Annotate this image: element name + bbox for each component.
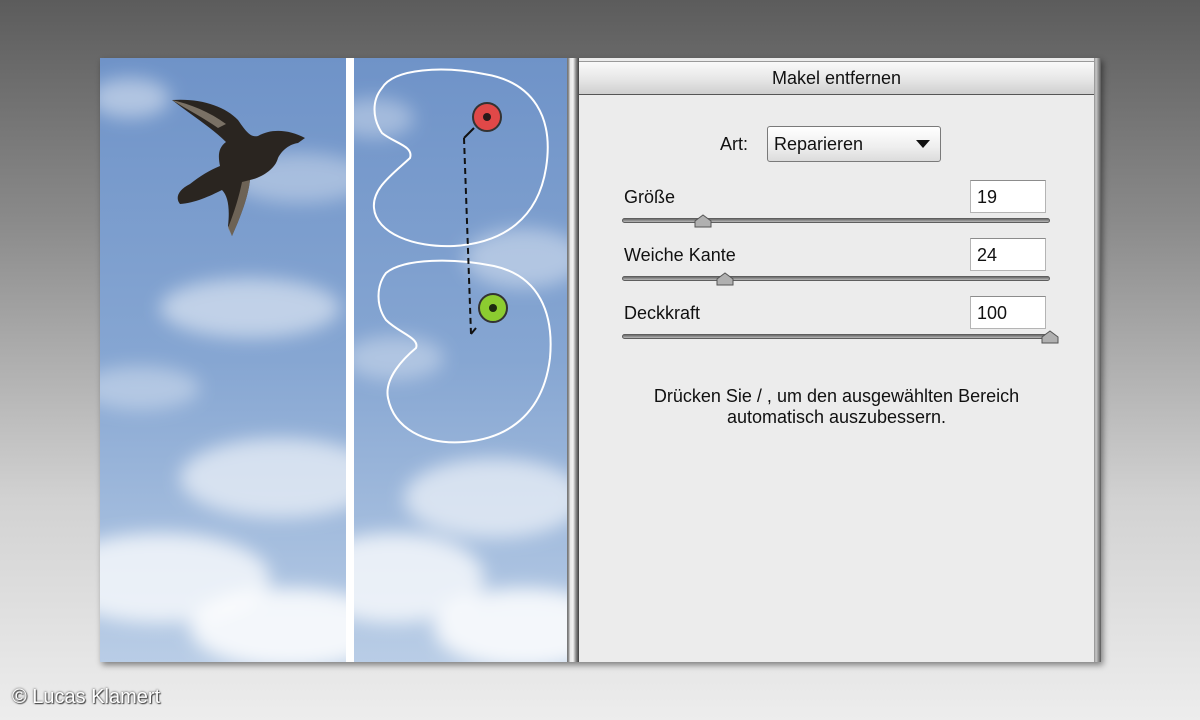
size-slider-thumb[interactable]: [694, 214, 712, 228]
type-dropdown[interactable]: Reparieren: [767, 126, 941, 162]
panel-splitter[interactable]: [567, 58, 579, 662]
panel-title: Makel entfernen: [579, 61, 1094, 95]
hint-line-2: automatisch auszubessern.: [726, 407, 947, 427]
compare-divider: [346, 58, 354, 662]
opacity-slider-track[interactable]: [622, 334, 1050, 339]
feather-input[interactable]: 24: [970, 238, 1046, 271]
chevron-down-icon: [916, 140, 930, 148]
feather-slider-thumb[interactable]: [716, 272, 734, 286]
type-dropdown-value: Reparieren: [774, 134, 864, 154]
opacity-slider-thumb[interactable]: [1041, 330, 1059, 344]
copyright-notice: © Lucas Klamert: [12, 686, 161, 708]
type-label: Art:: [720, 134, 749, 154]
size-label: Größe: [624, 187, 676, 207]
before-photo: [100, 58, 346, 662]
spot-removal-panel: Makel entfernen Art: Reparieren Größe 19…: [579, 58, 1094, 662]
panel-right-border: [1094, 58, 1101, 662]
opacity-input[interactable]: 100: [970, 296, 1046, 329]
opacity-label: Deckkraft: [624, 303, 701, 323]
screenshot-frame: Makel entfernen Art: Reparieren Größe 19…: [100, 58, 1101, 662]
target-marker[interactable]: [478, 293, 508, 323]
after-photo[interactable]: [354, 58, 567, 662]
hint-line-1: Drücken Sie / , um den ausgewählten Bere…: [653, 386, 1020, 406]
feather-slider-track[interactable]: [622, 276, 1050, 281]
feather-label: Weiche Kante: [624, 245, 736, 265]
size-slider-track[interactable]: [622, 218, 1050, 223]
size-input[interactable]: 19: [970, 180, 1046, 213]
auto-repair-hint: Drücken Sie / , um den ausgewählten Bere…: [579, 386, 1094, 428]
source-marker[interactable]: [472, 102, 502, 132]
